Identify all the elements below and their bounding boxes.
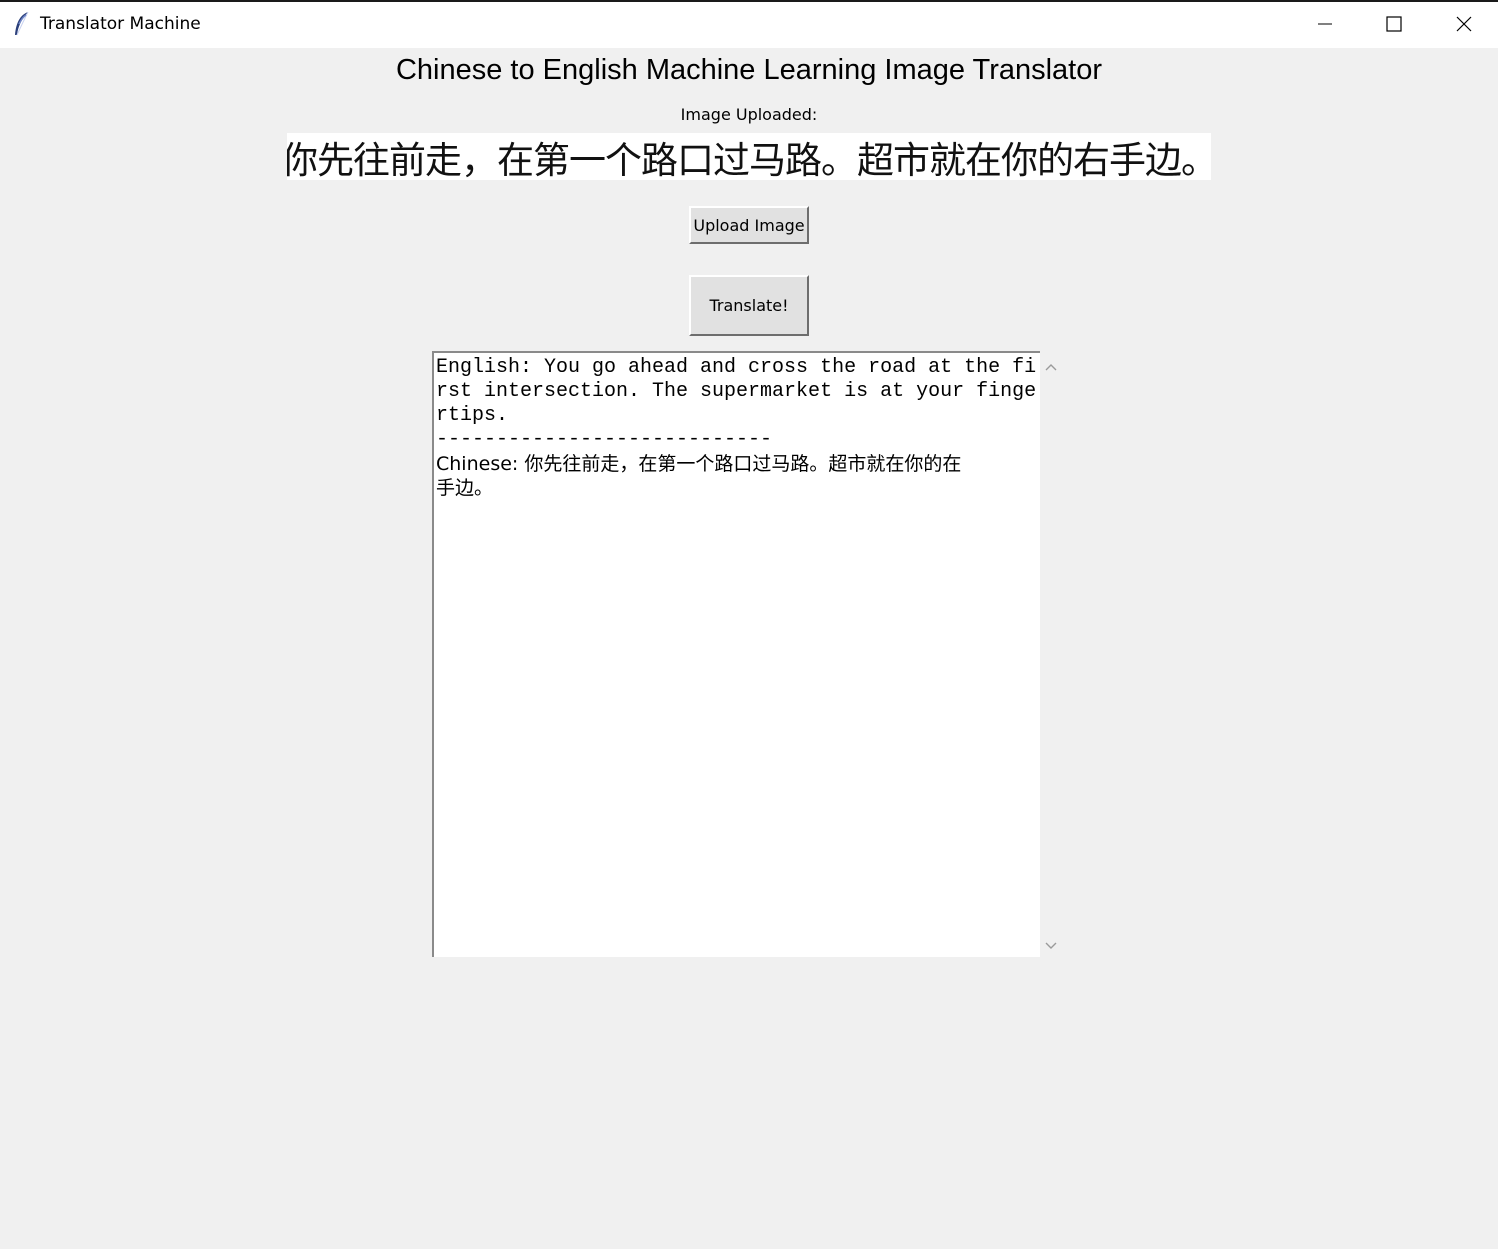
output-line-chinese-1: Chinese: 你先往前走，在第一个路口过马路。超市就在你的在 [436,453,962,475]
output-separator: ---------------------------- [436,428,773,451]
translate-button[interactable]: Translate! [689,275,809,336]
uploaded-image-text: 你先往前走，在第一个路口过马路。超市就在你的右手边。 [287,138,1211,181]
output-line-chinese-2: 手边。 [436,477,494,499]
output-line-english-3: rtips. [436,404,509,427]
close-icon [1456,16,1472,32]
maximize-icon [1386,16,1402,32]
chevron-up-icon [1045,356,1057,375]
output-line-english-2: rst intersection. The supermarket is at … [436,380,1037,403]
maximize-button[interactable] [1359,2,1429,46]
image-uploaded-label: Image Uploaded: [680,105,818,124]
scroll-up-arrow[interactable] [1043,357,1059,373]
minimize-icon [1317,16,1333,32]
title-bar[interactable]: Translator Machine [0,2,1498,48]
page-title: Chinese to English Machine Learning Imag… [395,54,1103,86]
feather-icon [12,11,32,37]
translation-output-textbox[interactable]: English: You go ahead and cross the road… [432,351,1040,957]
upload-image-button[interactable]: Upload Image [689,206,809,244]
uploaded-image: 你先往前走，在第一个路口过马路。超市就在你的右手边。 [287,133,1211,180]
scroll-down-arrow[interactable] [1043,936,1059,952]
output-line-english-1: English: You go ahead and cross the road… [436,356,1037,379]
chevron-down-icon [1045,935,1057,954]
close-button[interactable] [1429,2,1498,46]
minimize-button[interactable] [1290,2,1360,46]
window-title: Translator Machine [40,14,201,34]
